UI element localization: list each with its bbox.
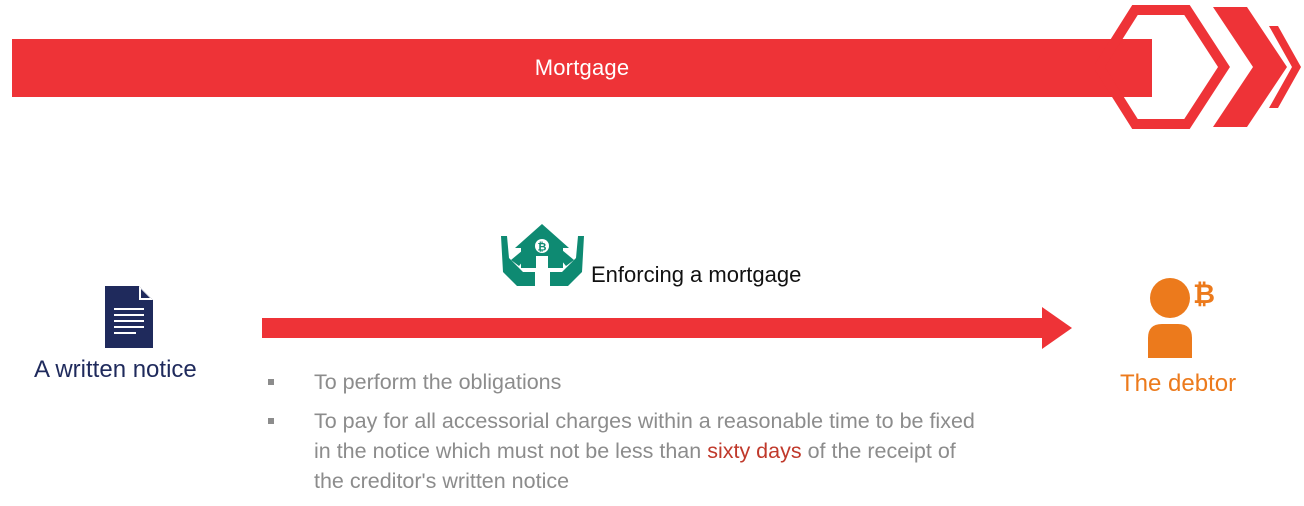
list-item: To pay for all accessorial charges withi… xyxy=(266,406,986,496)
list-item: To perform the obligations xyxy=(266,367,986,397)
bullet-icon xyxy=(268,379,274,385)
house-in-hands-bitcoin-icon: ₿ xyxy=(501,224,584,286)
notice-label: A written notice xyxy=(34,356,197,383)
svg-text:₿: ₿ xyxy=(538,241,547,254)
bullet-icon xyxy=(268,418,274,424)
banner-title: Mortgage xyxy=(534,55,630,80)
svg-text:₿: ₿ xyxy=(1193,279,1215,310)
person-bitcoin-icon: ₿ xyxy=(1148,278,1215,358)
deadline-highlight: sixty days xyxy=(707,439,802,463)
debtor-label: The debtor xyxy=(1120,370,1237,397)
process-arrow xyxy=(262,307,1072,349)
chevron-hexagon-logo-icon xyxy=(1095,5,1301,129)
obligations-list: To perform the obligations To pay for al… xyxy=(266,367,986,505)
enforcement-label: Enforcing a mortgage xyxy=(591,262,802,287)
document-icon xyxy=(105,286,153,348)
obligation-text: To perform the obligations xyxy=(314,370,562,394)
